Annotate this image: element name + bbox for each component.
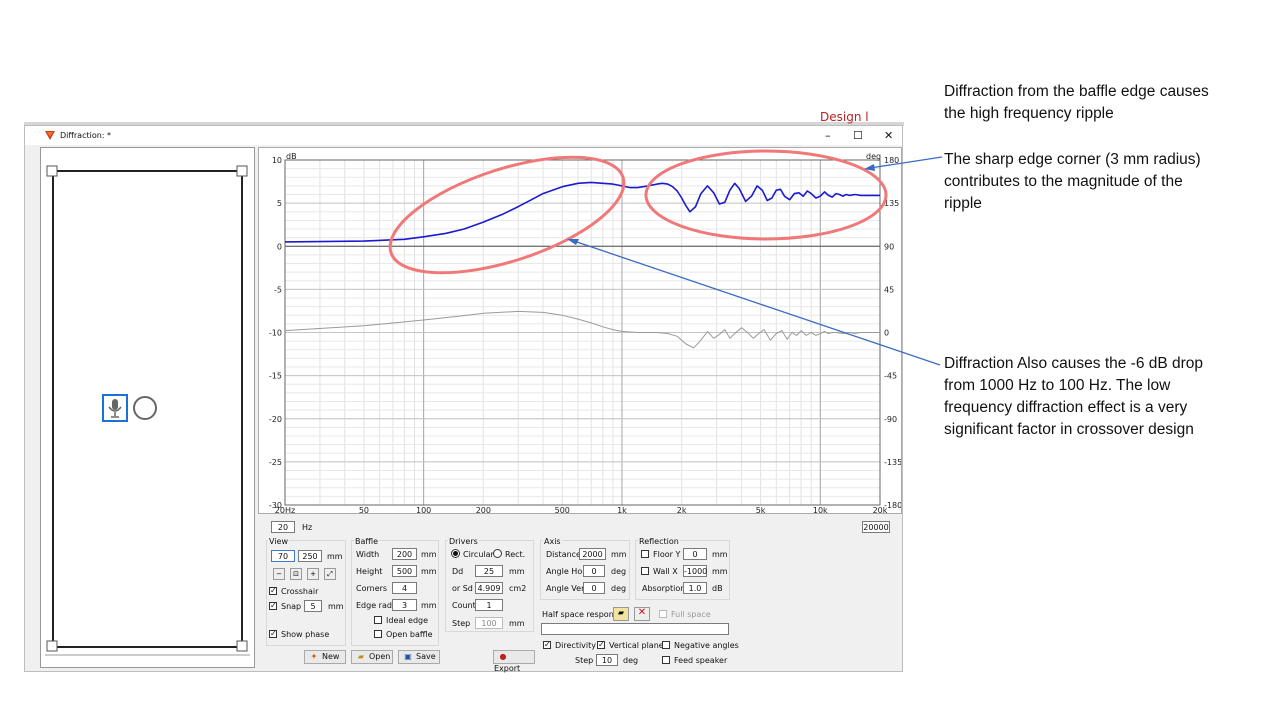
arrow-to-low-freq [573,240,941,366]
annotation-overlay [388,149,943,366]
arrow-to-ripple [869,156,943,169]
arrow-head [567,239,579,245]
ripple-highlight-ellipse [644,149,888,241]
low-freq-highlight-ellipse [388,155,626,275]
